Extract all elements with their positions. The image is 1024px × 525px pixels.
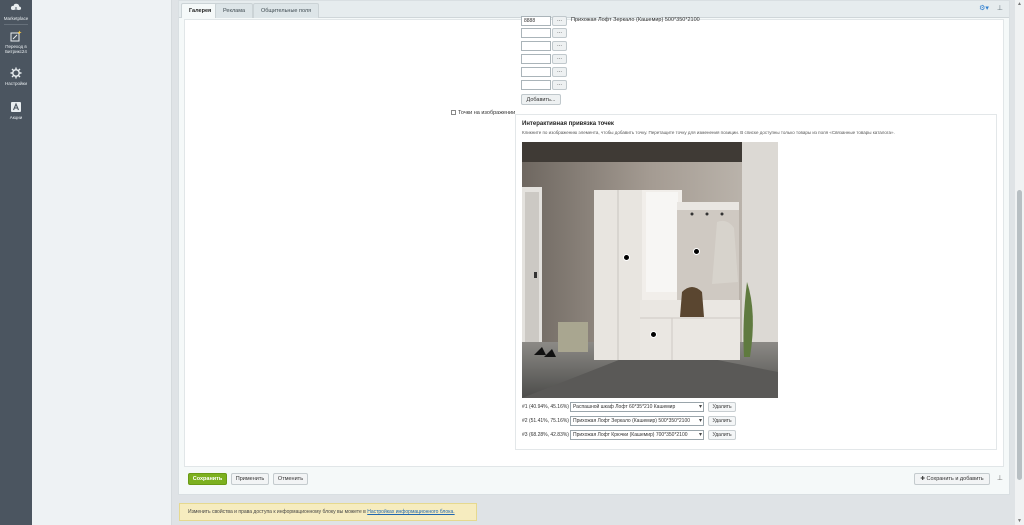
main-panel: Галерея Реклама Общительные поля ⚙▾ ⊥ 88… (178, 0, 1010, 495)
nav-item-bitrix24[interactable]: Переход в Битрикс24 (0, 30, 32, 54)
nav-label: Переход в Битрикс24 (5, 44, 27, 54)
tab-common-fields[interactable]: Общительные поля (253, 3, 320, 18)
point-coordinates: #1 (40.94%, 45.16%) (522, 404, 569, 410)
nav-item-settings[interactable]: Настройки (0, 67, 32, 86)
nav-label: Настройки (4, 81, 28, 86)
form-content: 8888 ... Прихожая Лофт Зеркало (Кашемир)… (184, 16, 1004, 467)
tab-bar: Галерея Реклама Общительные поля ⚙▾ ⊥ (179, 1, 1009, 18)
scroll-up-icon[interactable]: ▲ (1017, 1, 1022, 7)
scrollbar-thumb[interactable] (1017, 190, 1022, 480)
nav-item-promotions[interactable]: Акции (0, 101, 32, 120)
hallway-photo (522, 142, 778, 398)
nav-label: Акции (9, 115, 23, 120)
cancel-button[interactable]: Отменить (273, 473, 308, 485)
save-and-add-label: Сохранить и добавить (926, 476, 984, 482)
point-product-select[interactable]: Прихожая Лофт Зеркало (Кашемир) 500*350*… (570, 416, 704, 426)
left-navigation: Marketplace Переход в Битрикс24 Настройк… (0, 0, 32, 525)
sparkle-icon (10, 30, 22, 42)
nav-label: Marketplace (3, 16, 29, 21)
image-point-marker[interactable] (650, 330, 658, 338)
page-scrollbar[interactable]: ▲ ▼ (1015, 0, 1024, 525)
interactive-title: Интерактивная привязка точек (522, 121, 614, 127)
tab-settings-gear-icon[interactable]: ⚙▾ (979, 5, 989, 12)
tab-tools: ⚙▾ ⊥ (973, 4, 1003, 12)
file-input-4[interactable] (521, 54, 551, 64)
interactive-hint: Кликните по изображению элемента, чтобы … (522, 130, 895, 135)
tab-advertising[interactable]: Реклама (215, 3, 254, 18)
product-image[interactable] (522, 142, 778, 398)
browse-button-2[interactable]: ... (552, 28, 567, 38)
interactive-points-box: Интерактивная привязка точек Кликните по… (515, 114, 997, 450)
browse-button-3[interactable]: ... (552, 41, 567, 51)
nav-divider (4, 24, 28, 25)
tag-icon (11, 102, 21, 112)
gear-icon (10, 67, 22, 79)
points-on-image-field[interactable]: Точки на изображении (451, 110, 515, 116)
scroll-down-icon[interactable]: ▼ (1017, 518, 1022, 524)
file-input-1[interactable]: 8888 (521, 16, 551, 26)
cloud-download-icon (10, 3, 22, 13)
file-input-2[interactable] (521, 28, 551, 38)
point-product-select[interactable]: Прихожая Лофт Крючки (Кашемир) 700*350*2… (570, 430, 704, 440)
tab-gallery[interactable]: Галерея (181, 3, 220, 18)
point-delete-button[interactable]: Удалить (708, 402, 736, 412)
file-input-6[interactable] (521, 80, 551, 90)
file-description-text: Прихожая Лофт Зеркало (Кашемир) 500*350*… (571, 17, 700, 23)
point-coordinates: #2 (51.41%, 75.16%) (522, 418, 569, 424)
notice-text: Изменить свойства и права доступа к инфо… (188, 509, 366, 515)
file-input-3[interactable] (521, 41, 551, 51)
browse-button-4[interactable]: ... (552, 54, 567, 64)
iblock-settings-link[interactable]: Настройках информационного блока. (367, 509, 454, 515)
point-product-select[interactable]: Распашной шкаф Лофт 60*35*210 Кашемир (570, 402, 704, 412)
points-checkbox[interactable] (451, 110, 456, 115)
browse-button-5[interactable]: ... (552, 67, 567, 77)
pin-bottom-icon[interactable]: ⊥ (997, 474, 1003, 482)
sidebar-panel (32, 0, 172, 525)
point-delete-button[interactable]: Удалить (708, 430, 736, 440)
browse-button-1[interactable]: ... (552, 16, 567, 26)
save-and-add-button[interactable]: ✚ Сохранить и добавить (914, 473, 990, 485)
points-checkbox-label: Точки на изображении (458, 110, 516, 116)
file-input-5[interactable] (521, 67, 551, 77)
point-coordinates: #3 (68.28%, 42.83%) (522, 432, 569, 438)
add-button[interactable]: Добавить... (521, 94, 561, 105)
browse-button-6[interactable]: ... (552, 80, 567, 90)
point-delete-button[interactable]: Удалить (708, 416, 736, 426)
apply-button[interactable]: Применить (231, 473, 269, 485)
nav-item-marketplace[interactable]: Marketplace (0, 2, 32, 21)
save-button[interactable]: Сохранить (188, 473, 227, 485)
info-notice: Изменить свойства и права доступа к инфо… (179, 503, 477, 521)
pin-icon[interactable]: ⊥ (997, 5, 1003, 12)
